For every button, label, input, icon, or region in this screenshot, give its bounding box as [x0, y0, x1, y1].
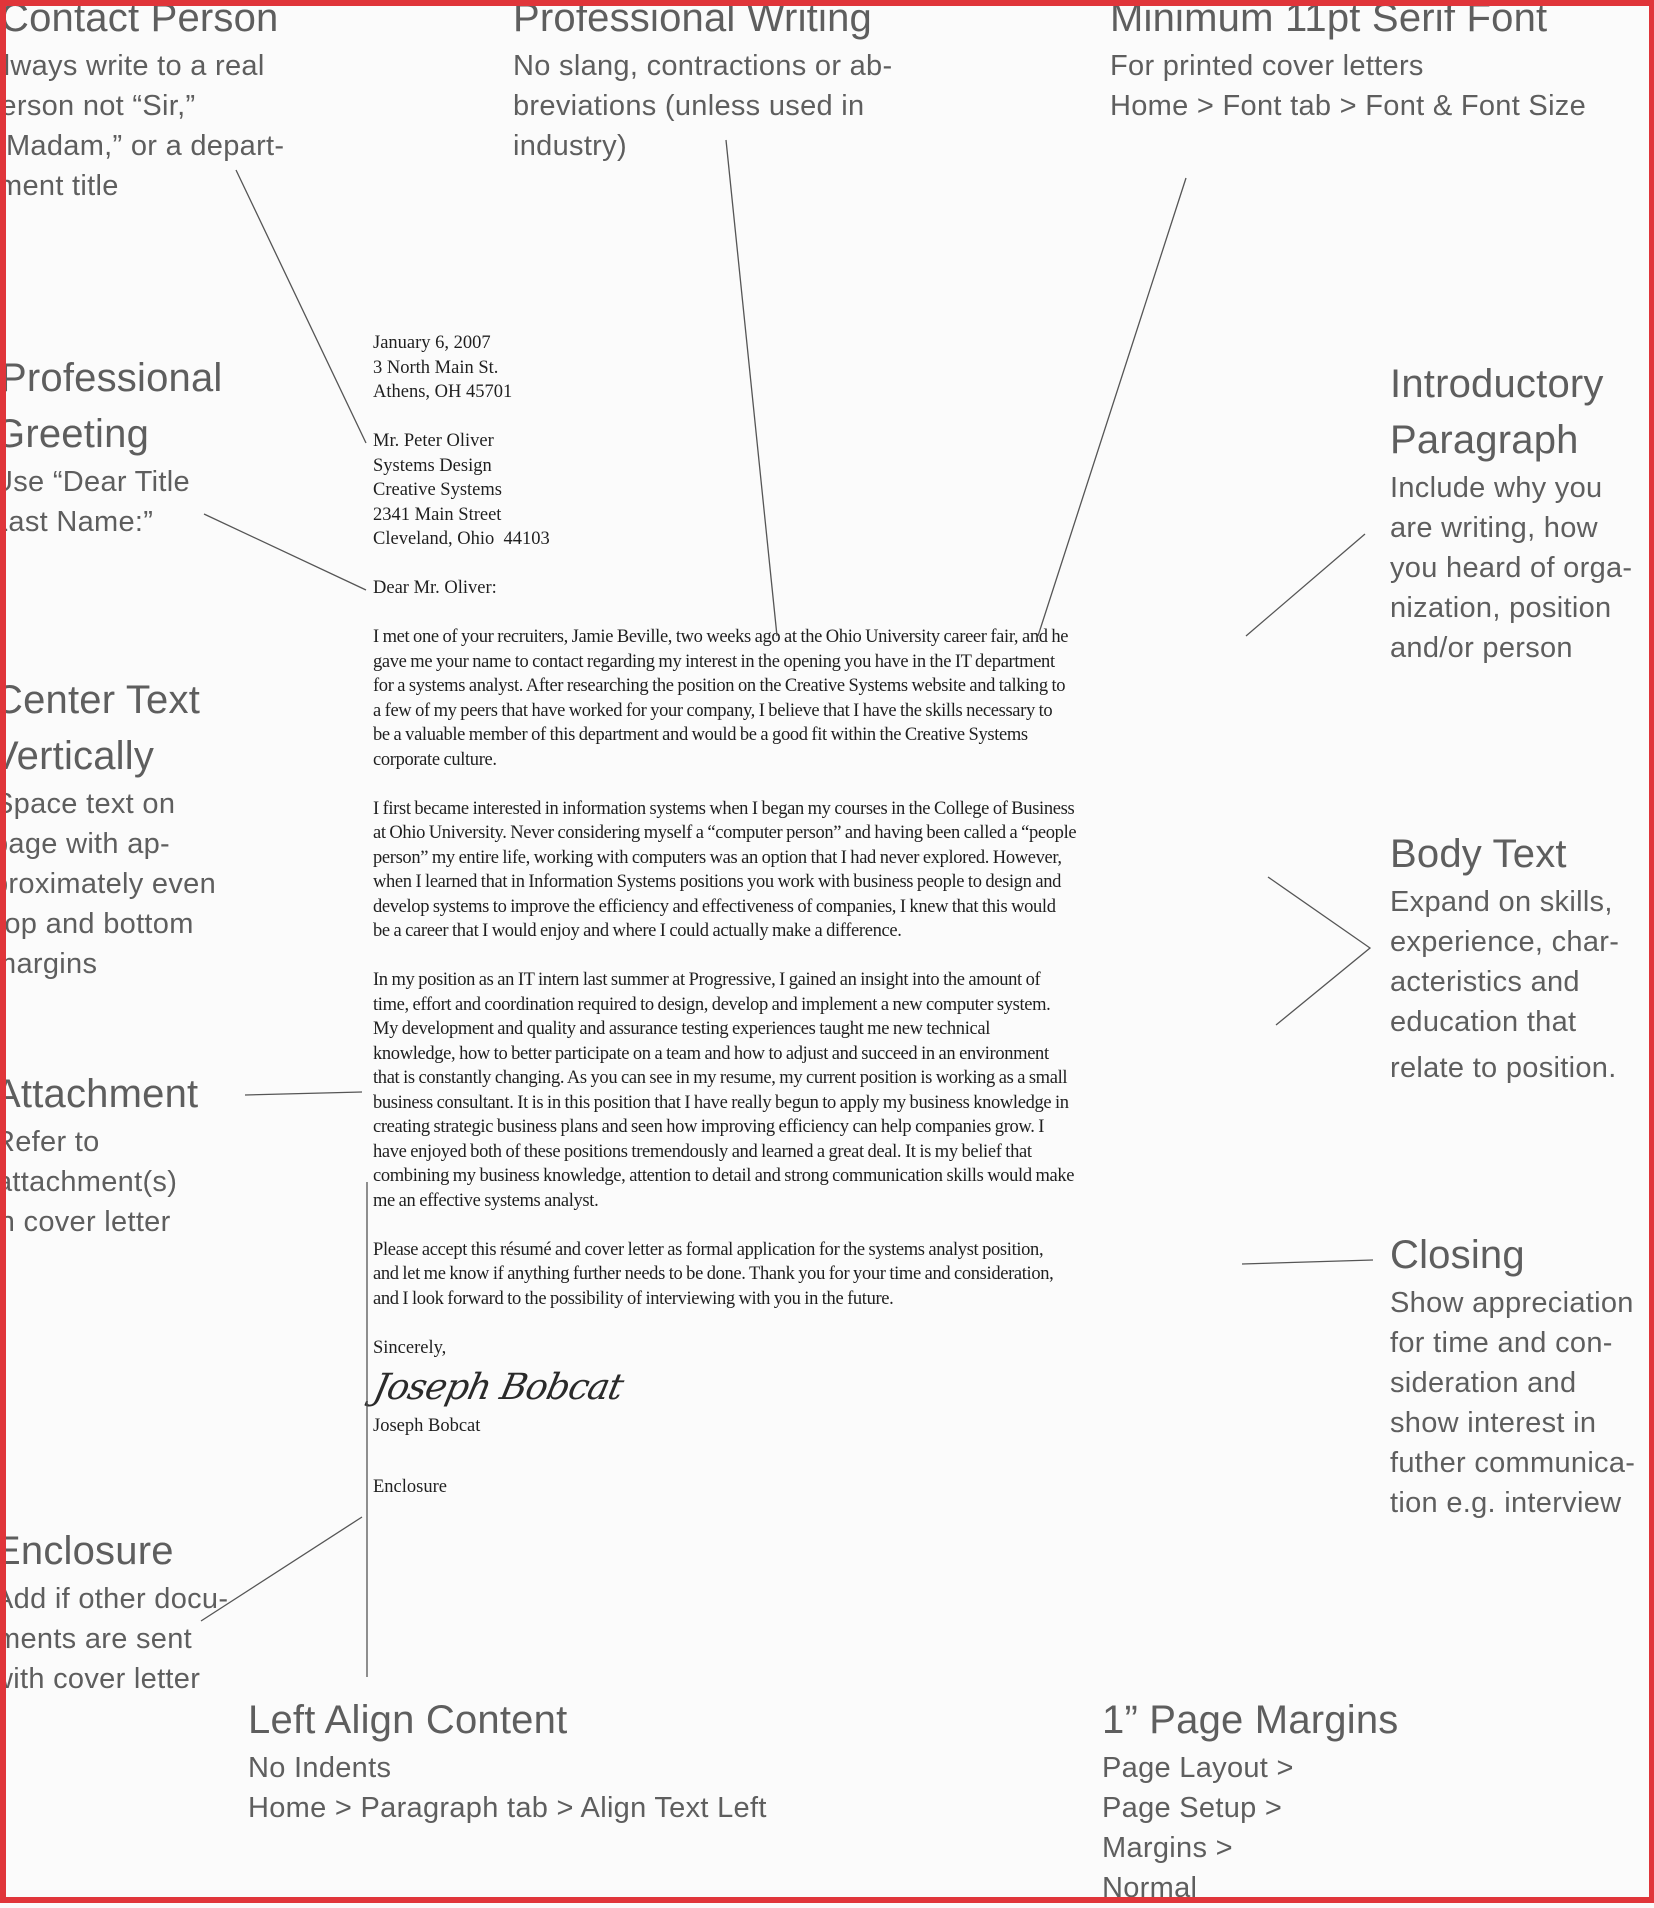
- leader-body-text: [1267, 876, 1372, 1026]
- leader-lines: [200, 139, 1374, 1677]
- leader-professional-greeting: [203, 513, 367, 591]
- leader-minimum-font: [1037, 177, 1187, 637]
- leader-attachment: [244, 1091, 363, 1096]
- leader-contact-person: [235, 169, 367, 444]
- leader-introductory-paragraph: [1245, 533, 1366, 637]
- leader-professional-writing: [725, 139, 778, 637]
- leader-closing: [1241, 1259, 1374, 1265]
- leader-enclosure: [200, 1516, 363, 1622]
